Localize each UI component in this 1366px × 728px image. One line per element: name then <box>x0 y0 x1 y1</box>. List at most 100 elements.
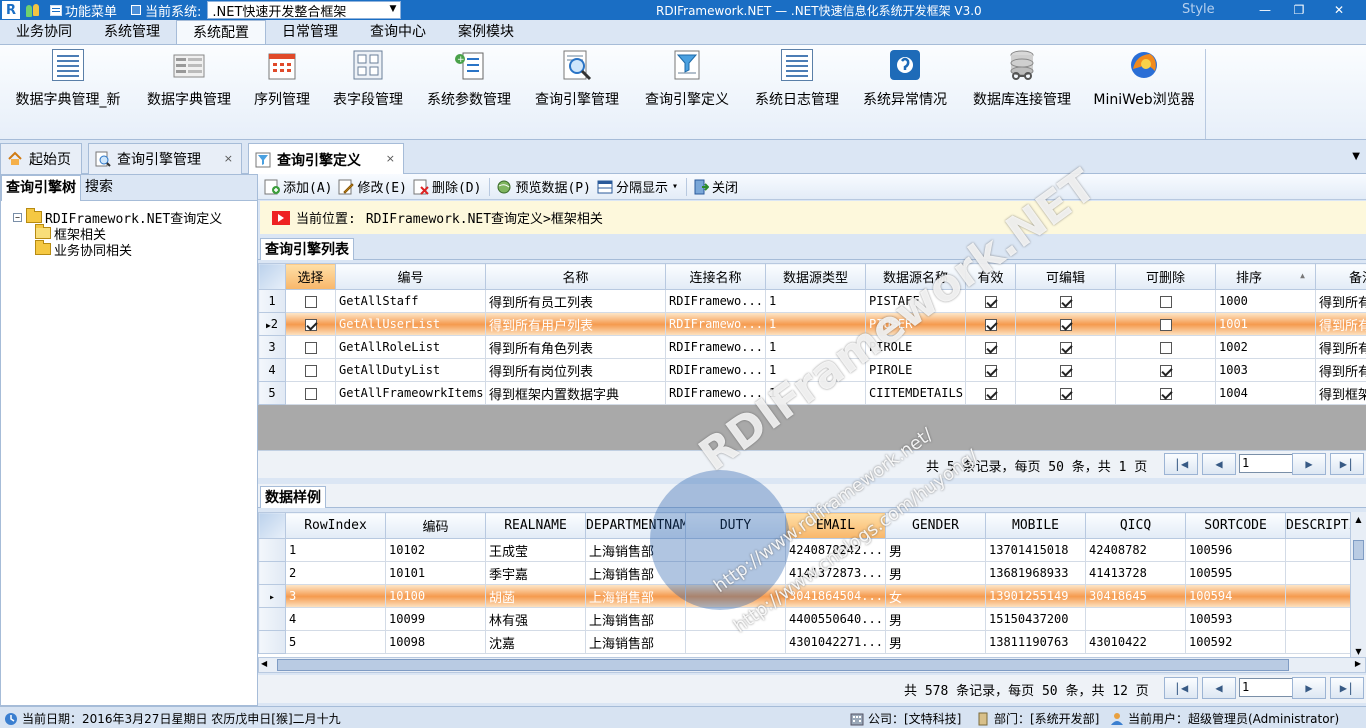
scroll-right-icon[interactable]: ▶ <box>1355 659 1361 668</box>
app-logo-icon[interactable]: R <box>2 1 20 19</box>
editable-cell[interactable] <box>1015 312 1116 336</box>
duty-cell[interactable] <box>685 607 786 631</box>
column-header[interactable]: GENDER <box>885 512 986 539</box>
select-all-corner[interactable] <box>258 512 286 539</box>
row-index-cell[interactable]: 5 <box>285 630 386 654</box>
remark-cell[interactable]: 得到所有 <box>1315 289 1366 313</box>
checkbox[interactable] <box>304 364 317 377</box>
db-connection-button[interactable]: 数据库连接管理 <box>968 49 1076 117</box>
datasource-name-cell[interactable]: PIUSER <box>865 312 966 336</box>
table-row[interactable]: 1 10102 王成莹 上海销售部 4240878242... 男 13701415018 4… <box>258 538 1350 562</box>
tree-node-root[interactable]: − RDIFramework.NET查询定义 <box>13 208 222 227</box>
select-cell[interactable] <box>285 335 336 359</box>
column-header[interactable]: DEPARTMENTNAME <box>585 512 686 539</box>
datasource-name-cell[interactable]: PIROLE <box>865 358 966 382</box>
scroll-thumb[interactable] <box>1353 540 1364 560</box>
connection-cell[interactable]: RDIFramewo... <box>665 335 766 359</box>
prev-page-button[interactable]: ◀ <box>1202 453 1236 475</box>
miniweb-browser-button[interactable]: MiniWeb浏览器 <box>1090 49 1198 117</box>
column-header[interactable]: 编码 <box>385 512 486 539</box>
horizontal-scrollbar[interactable]: ◀ ▶ <box>258 657 1366 673</box>
code-cell[interactable]: GetAllRoleList <box>335 335 486 359</box>
row-header[interactable] <box>258 538 286 562</box>
column-header[interactable]: 编号 <box>335 263 486 290</box>
row-header[interactable] <box>258 561 286 585</box>
checkbox[interactable] <box>304 387 317 400</box>
select-cell[interactable] <box>285 381 336 405</box>
name-cell[interactable]: 得到所有员工列表 <box>485 289 666 313</box>
row-number[interactable]: 5 <box>258 381 286 405</box>
code-cell[interactable]: 10101 <box>385 561 486 585</box>
collapse-icon[interactable]: − <box>13 212 22 222</box>
row-header[interactable]: ▸ <box>258 584 286 608</box>
sort-cell[interactable]: 1004 <box>1215 381 1316 405</box>
table-row[interactable]: 1 GetAllStaff 得到所有员工列表 RDIFramewo... 1 PISTAF… <box>258 289 1366 313</box>
table-row[interactable]: ▶2 GetAllUserList 得到所有用户列表 RDIFramewo... 1 PI… <box>258 312 1366 336</box>
column-header-sort[interactable]: 排序 ▲ <box>1215 263 1316 290</box>
checkbox[interactable] <box>1159 364 1172 377</box>
remark-cell[interactable]: 得到所有 <box>1315 312 1366 336</box>
qicq-cell[interactable]: 41413728 <box>1085 561 1186 585</box>
valid-cell[interactable] <box>965 358 1016 382</box>
row-number[interactable]: 1 <box>258 289 286 313</box>
remark-cell[interactable]: 得到框架 <box>1315 381 1366 405</box>
deletable-cell[interactable] <box>1115 335 1216 359</box>
mobile-cell[interactable]: 15150437200 <box>985 607 1086 631</box>
table-row[interactable]: 5 10098 沈嘉 上海销售部 4301042271... 男 13811190763 43… <box>258 630 1350 654</box>
query-engine-define-button[interactable]: 查询引擎定义 <box>640 49 734 117</box>
deletable-cell[interactable] <box>1115 312 1216 336</box>
department-cell[interactable]: 上海销售部 <box>585 584 686 608</box>
name-cell[interactable]: 得到所有用户列表 <box>485 312 666 336</box>
checkbox[interactable] <box>304 295 317 308</box>
column-header[interactable]: 备注 <box>1315 263 1366 290</box>
checkbox[interactable] <box>1059 341 1072 354</box>
datasource-name-cell[interactable]: PIROLE <box>865 335 966 359</box>
row-number[interactable]: ▶2 <box>258 312 286 336</box>
system-log-button[interactable]: 系统日志管理 <box>750 49 844 117</box>
tab-query-engine-tree[interactable]: 查询引擎树 <box>1 175 81 201</box>
column-header[interactable]: 连接名称 <box>665 263 766 290</box>
row-number[interactable]: 3 <box>258 335 286 359</box>
name-cell[interactable]: 得到框架内置数据字典 <box>485 381 666 405</box>
department-cell[interactable]: 上海销售部 <box>585 561 686 585</box>
checkbox[interactable] <box>984 387 997 400</box>
duty-cell[interactable] <box>685 630 786 654</box>
dictionary-button[interactable]: 数据字典管理 <box>142 49 236 117</box>
checkbox[interactable] <box>304 318 317 331</box>
tab-search[interactable]: 搜索 <box>81 175 117 200</box>
query-engine-manage-button[interactable]: 查询引擎管理 <box>530 49 624 117</box>
column-header[interactable]: 可编辑 <box>1015 263 1116 290</box>
dictionary-new-button[interactable]: 数据字典管理_新 <box>8 49 128 117</box>
page-number-input[interactable]: 1 <box>1239 454 1293 473</box>
row-header[interactable] <box>258 630 286 654</box>
users-icon[interactable] <box>26 3 42 17</box>
table-row[interactable]: 4 GetAllDutyList 得到所有岗位列表 RDIFramewo... 1 PIR… <box>258 358 1366 382</box>
qicq-cell[interactable]: 30418645 <box>1085 584 1186 608</box>
code-cell[interactable]: GetAllStaff <box>335 289 486 313</box>
sort-cell[interactable]: 1002 <box>1215 335 1316 359</box>
checkbox[interactable] <box>1059 318 1072 331</box>
deletable-cell[interactable] <box>1115 358 1216 382</box>
datasource-name-cell[interactable]: PISTAFF <box>865 289 966 313</box>
tab-query-center[interactable]: 查询中心 <box>354 20 442 44</box>
code-cell[interactable]: GetAllDutyList <box>335 358 486 382</box>
realname-cell[interactable]: 胡菡 <box>485 584 586 608</box>
column-header[interactable]: 选择 <box>285 263 336 290</box>
table-row[interactable]: 2 10101 季宇嘉 上海销售部 4141372873... 男 13681968933 4… <box>258 561 1350 585</box>
gender-cell[interactable]: 男 <box>885 630 986 654</box>
scroll-up-icon[interactable]: ▲ <box>1351 512 1366 528</box>
duty-cell[interactable] <box>685 584 786 608</box>
column-header[interactable]: QICQ <box>1085 512 1186 539</box>
valid-cell[interactable] <box>965 289 1016 313</box>
table-row[interactable]: ▸ 3 10100 胡菡 上海销售部 3041864504... 女 13901255149 3… <box>258 584 1350 608</box>
delete-button[interactable]: 删除(D) <box>413 177 481 196</box>
datasource-type-cell[interactable]: 1 <box>765 289 866 313</box>
department-cell[interactable]: 上海销售部 <box>585 538 686 562</box>
datasource-type-cell[interactable]: 1 <box>765 381 866 405</box>
tab-system-config[interactable]: 系统配置 <box>176 20 266 44</box>
vertical-scrollbar[interactable]: ▲ ▼ <box>1350 512 1366 660</box>
close-tab-icon[interactable]: × <box>224 152 233 165</box>
realname-cell[interactable]: 林有强 <box>485 607 586 631</box>
table-fields-button[interactable]: 表字段管理 <box>330 49 406 117</box>
system-param-button[interactable]: + 系统参数管理 <box>422 49 516 117</box>
